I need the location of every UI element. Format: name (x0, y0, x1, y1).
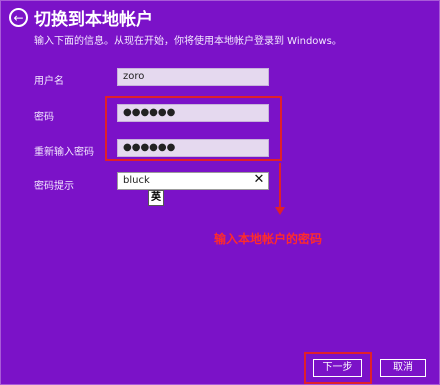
cancel-button[interactable]: 取消 (380, 359, 426, 377)
next-button[interactable]: 下一步 (313, 359, 362, 377)
password-hint-field[interactable]: bluck (117, 172, 269, 190)
password-confirm-label: 重新输入密码 (34, 147, 94, 158)
window-frame (0, 0, 440, 385)
username-label: 用户名 (34, 76, 64, 87)
back-arrow-icon[interactable]: ← (9, 8, 28, 27)
annotation-arrow-line (279, 163, 281, 211)
page-title: 切换到本地帐户 (34, 10, 153, 30)
page-subtitle: 输入下面的信息。从现在开始，你将使用本地帐户登录到 Windows。 (34, 36, 342, 47)
close-icon[interactable]: ✕ (252, 173, 266, 187)
password-highlight-box (105, 96, 282, 161)
username-field[interactable]: zoro (117, 68, 269, 86)
password-hint-label: 密码提示 (34, 181, 74, 192)
password-label: 密码 (34, 112, 54, 123)
ime-indicator: 英 (148, 190, 164, 206)
annotation-text: 输入本地帐户的密码 (214, 232, 323, 246)
annotation-arrow-head (275, 207, 285, 215)
